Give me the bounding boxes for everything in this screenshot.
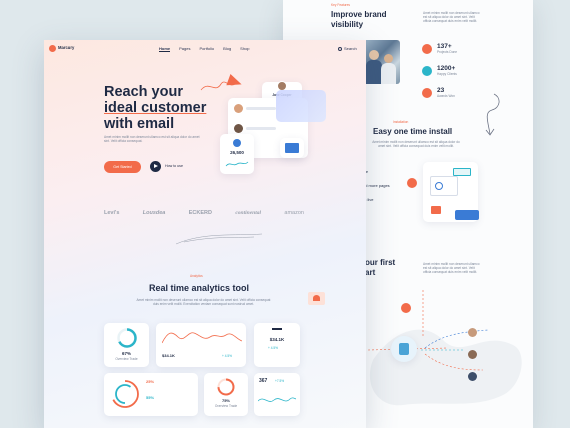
world-map <box>367 290 522 406</box>
analytics-desc: Amet minim mollit non deserunt ullamco e… <box>136 298 271 307</box>
bar-card-value: $34.1K <box>269 337 285 342</box>
avatar <box>468 328 477 337</box>
nav-home[interactable]: Home <box>159 46 171 52</box>
search-button[interactable]: Search <box>338 46 357 51</box>
stat-label: Projects Done <box>437 50 458 55</box>
features-title: Improve brand visibility <box>331 10 387 29</box>
close-icon[interactable] <box>401 303 411 313</box>
nav-blog[interactable]: Blog <box>223 46 231 52</box>
install-title: Easy one time install <box>373 127 453 136</box>
lock-icon <box>391 336 417 362</box>
analytics-tag: Analytics <box>190 274 203 278</box>
start-title: our first art <box>365 258 396 277</box>
line-chart-card: $34.1K + 4.5% <box>156 323 246 367</box>
users-icon <box>233 139 241 147</box>
step-item: file <box>363 165 390 179</box>
client-logos: Levi's Lousdea ECKERD continental amazon <box>104 210 304 216</box>
ring-card: 75% Overview Trade <box>204 373 248 416</box>
logo-continental: continental <box>235 210 262 216</box>
line-chart-change: + 4.5% <box>222 354 233 358</box>
logo-lousdea: Lousdea <box>142 210 166 216</box>
scribble-doodle <box>175 233 263 245</box>
donut-value: 67% <box>121 351 131 356</box>
avatar <box>234 104 243 113</box>
nav-portfolio[interactable]: Portfolio <box>199 46 214 52</box>
message-icon <box>455 210 479 220</box>
award-icon <box>422 88 432 98</box>
features-text: Amet minim mollit non deserunt ullamco e… <box>423 11 480 24</box>
search-label: Search <box>344 46 357 51</box>
glass-panel <box>276 90 326 122</box>
stat-item: 1200+ Happy Clients <box>422 60 492 82</box>
avatar <box>468 372 477 381</box>
ring-value: 75% <box>221 398 230 403</box>
count-value: 367 <box>259 378 268 384</box>
get-started-button[interactable]: Get Started <box>104 161 141 173</box>
briefcase-icon <box>422 44 432 54</box>
bar-card: $34.1K + 4.5% <box>254 323 300 367</box>
donut-card: 67% Overview Trade <box>104 323 149 367</box>
brand-name[interactable]: Marcury <box>58 45 74 50</box>
step-item: nd more pages <box>363 183 390 188</box>
logo-eckerd: ECKERD <box>188 210 212 216</box>
envelope-card <box>280 138 304 158</box>
donut-label: Overview Trade <box>115 357 138 361</box>
doodle-arrow-icon <box>485 93 500 136</box>
features-tag: Key Features <box>331 3 350 7</box>
logo-levis: Levi's <box>104 210 120 216</box>
nav-pages[interactable]: Pages <box>179 46 190 52</box>
stat-item: 137+ Projects Done <box>422 38 492 60</box>
step-item: et live <box>363 197 374 202</box>
line-chart-value: $34.1K <box>162 353 175 358</box>
ring-label: Overview Trade <box>214 404 238 408</box>
users-icon <box>422 66 432 76</box>
stat-label: Awards Won <box>437 94 455 99</box>
rocket-icon <box>407 178 417 188</box>
analytics-title: Real time analytics tool <box>149 283 250 293</box>
install-desc: Amet minim mollit non deserunt ullamco e… <box>372 140 460 149</box>
team-photo <box>363 40 400 84</box>
mail-icon <box>285 143 299 153</box>
main-nav: Home Pages Portfolio Blog Shop <box>159 46 250 52</box>
logo-amazon: amazon <box>284 210 304 216</box>
hero-title: Reach your ideal customer with email <box>104 84 207 132</box>
avatar <box>234 124 243 133</box>
hero-desc: Amet minim mollit non deserunt ullamco e… <box>104 135 200 144</box>
chat-heart-icon <box>308 292 325 305</box>
logo-icon[interactable] <box>49 45 56 52</box>
stat-value: 23 <box>437 87 445 95</box>
stat-value: 137+ <box>437 43 452 51</box>
stat-card: 26,500 <box>220 134 254 174</box>
start-desc: Amet minim mollit non deserunt ullamco e… <box>423 262 480 275</box>
avatar <box>468 350 477 359</box>
stat-value: 1200+ <box>437 65 456 73</box>
count-card: 367 +7.5% <box>254 373 300 416</box>
install-steps: file nd more pages et live <box>363 165 390 207</box>
stat-value: 26,500 <box>230 150 244 155</box>
gauge-pct-2: 55% <box>146 395 155 400</box>
nav-shop[interactable]: Shop <box>240 46 249 52</box>
stat-label: Happy Clients <box>437 72 457 77</box>
play-icon[interactable] <box>150 161 161 172</box>
gauge-card: 25% 55% <box>104 373 198 416</box>
install-tag: Installation <box>393 120 409 124</box>
bar-card-change: + 4.5% <box>268 346 279 350</box>
search-icon <box>338 46 342 51</box>
gauge-pct-1: 25% <box>146 379 155 384</box>
how-to-use-link[interactable]: How to use <box>165 164 183 168</box>
front-page: Marcury Home Pages Portfolio Blog Shop S… <box>44 40 366 428</box>
count-change: +7.5% <box>275 379 285 383</box>
